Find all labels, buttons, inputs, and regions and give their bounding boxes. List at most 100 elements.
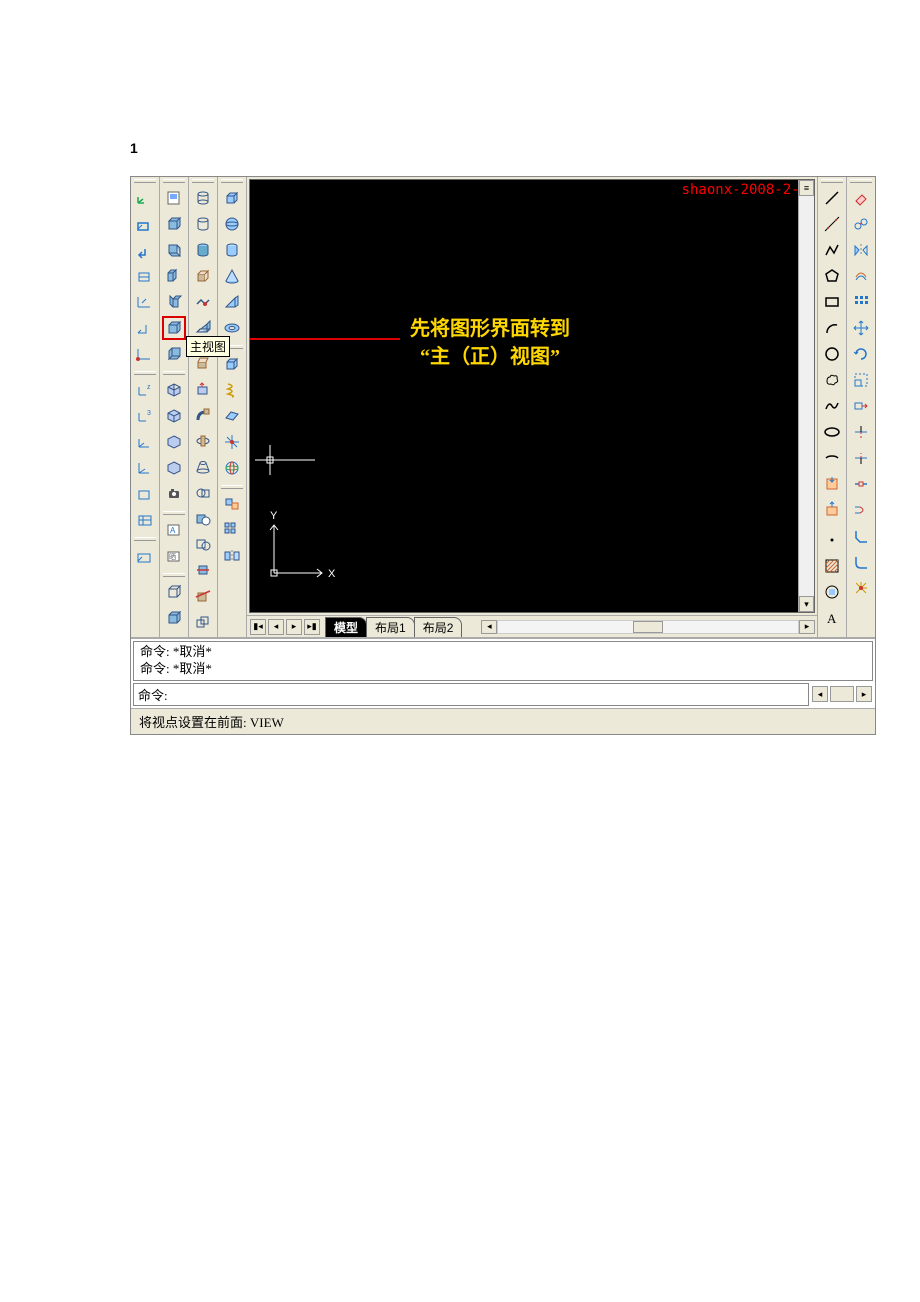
plan-ucs-icon[interactable]: A (162, 518, 186, 542)
fillet-icon[interactable] (849, 550, 873, 574)
polygon-icon[interactable] (820, 264, 844, 288)
insert-block-icon[interactable] (820, 472, 844, 496)
slice-icon[interactable] (191, 558, 215, 582)
make-block-icon[interactable] (820, 498, 844, 522)
scroll-down-icon[interactable]: ▾ (799, 596, 814, 612)
3d-mirror-icon[interactable] (220, 544, 244, 568)
horizontal-scrollbar[interactable]: ◂ ▸ (481, 620, 815, 634)
drawing-viewport[interactable]: shaonx-2008-2-7 先将图形界面转到 “主（正）视图” X (249, 179, 815, 613)
scroll-list-icon[interactable]: ≡ (799, 180, 814, 196)
ucs-face-icon[interactable] (133, 264, 157, 288)
nw-iso-icon[interactable] (162, 456, 186, 480)
hatch-icon[interactable] (820, 554, 844, 578)
extend-icon[interactable] (849, 446, 873, 470)
scale-icon[interactable] (849, 368, 873, 392)
explode-icon[interactable] (849, 576, 873, 600)
ucs-named-icon[interactable] (133, 508, 157, 532)
cone-icon[interactable] (220, 264, 244, 288)
toolbar-grip[interactable] (221, 179, 243, 183)
copy-icon[interactable] (849, 212, 873, 236)
array-icon[interactable] (849, 290, 873, 314)
ne-iso-icon[interactable] (162, 430, 186, 454)
command-input[interactable]: 命令: (133, 683, 809, 706)
hscroll-right-icon[interactable]: ▸ (799, 620, 815, 634)
rotate-icon[interactable] (849, 342, 873, 366)
ucs-icon[interactable] (133, 186, 157, 210)
join-icon[interactable] (849, 498, 873, 522)
front-view-icon[interactable]: 主视图 (162, 316, 186, 340)
rectangle-icon[interactable] (820, 290, 844, 314)
box-primitive-icon[interactable] (220, 186, 244, 210)
sphere-icon[interactable] (220, 212, 244, 236)
tab-layout1[interactable]: 布局1 (366, 617, 415, 637)
cmd-scroll-left-icon[interactable]: ◂ (812, 686, 828, 702)
toolbar-grip[interactable] (134, 371, 156, 375)
camera-icon[interactable] (162, 482, 186, 506)
bottom-view-icon[interactable] (162, 238, 186, 262)
point-icon[interactable] (820, 528, 844, 552)
left-view-icon[interactable] (162, 264, 186, 288)
hscroll-left-icon[interactable]: ◂ (481, 620, 497, 634)
mirror-icon[interactable] (849, 238, 873, 262)
ucs-world-icon[interactable] (133, 212, 157, 236)
right-view-icon[interactable] (162, 290, 186, 314)
back-view-icon[interactable] (162, 342, 186, 366)
named-views-icon[interactable] (162, 186, 186, 210)
ucs-x-icon[interactable] (133, 430, 157, 454)
toolbar-grip[interactable] (192, 179, 214, 183)
ucs-previous-icon[interactable] (133, 238, 157, 262)
3d-rotate-icon[interactable] (220, 456, 244, 480)
revcloud-icon[interactable] (820, 368, 844, 392)
ucs-object-icon[interactable] (133, 290, 157, 314)
toolbar-grip[interactable] (221, 485, 243, 489)
circle-icon[interactable] (820, 342, 844, 366)
wedge-shaded-icon[interactable] (162, 606, 186, 630)
line-icon[interactable] (820, 186, 844, 210)
erase-icon[interactable] (849, 186, 873, 210)
cylinder-shaded-icon[interactable] (191, 238, 215, 262)
3d-move-icon[interactable] (220, 430, 244, 454)
stretch-icon[interactable] (849, 394, 873, 418)
tab-first-icon[interactable]: ▮◂ (250, 619, 266, 635)
ucs-origin-icon[interactable] (133, 342, 157, 366)
ellipse-arc-icon[interactable] (820, 446, 844, 470)
intersect-icon[interactable] (191, 533, 215, 557)
tab-last-icon[interactable]: ▸▮ (304, 619, 320, 635)
toolbar-grip[interactable] (163, 179, 185, 183)
box-solid-icon[interactable] (191, 264, 215, 288)
toolbar-grip[interactable] (821, 179, 843, 183)
region-icon[interactable] (820, 580, 844, 604)
cmd-scroll-track[interactable] (830, 686, 854, 702)
union-icon[interactable] (191, 481, 215, 505)
viewport-vertical-scrollbar[interactable]: ≡ ▾ (798, 180, 814, 612)
wedge-primitive-icon[interactable] (220, 290, 244, 314)
planar-surf-icon[interactable] (220, 404, 244, 428)
cylinder-hidden-icon[interactable] (191, 212, 215, 236)
ucs-y-icon[interactable] (133, 456, 157, 480)
ucs-3point-icon[interactable]: 3 (133, 404, 157, 428)
toolbar-grip[interactable] (850, 179, 872, 183)
chamfer-icon[interactable] (849, 524, 873, 548)
box-icon[interactable] (162, 580, 186, 604)
ucs-view-icon[interactable] (133, 316, 157, 340)
loft-icon[interactable] (191, 455, 215, 479)
helix-icon[interactable] (220, 378, 244, 402)
break-icon[interactable] (849, 472, 873, 496)
tab-model[interactable]: 模型 (325, 617, 367, 637)
trim-icon[interactable] (849, 420, 873, 444)
sw-iso-icon[interactable] (162, 378, 186, 402)
polysolid-icon[interactable] (191, 290, 215, 314)
se-iso-icon[interactable] (162, 404, 186, 428)
spline-icon[interactable] (820, 394, 844, 418)
subtract-icon[interactable] (191, 507, 215, 531)
3d-array-icon[interactable] (220, 518, 244, 542)
toolbar-grip[interactable] (134, 537, 156, 541)
section-icon[interactable] (191, 584, 215, 608)
ucs-z-icon[interactable]: z (133, 378, 157, 402)
arc-icon[interactable] (820, 316, 844, 340)
revolve-icon[interactable] (191, 429, 215, 453)
offset-icon[interactable] (849, 264, 873, 288)
plan-world-icon[interactable]: 晒 (162, 544, 186, 568)
presspull-icon[interactable] (191, 377, 215, 401)
flatshot-icon[interactable] (191, 610, 215, 634)
